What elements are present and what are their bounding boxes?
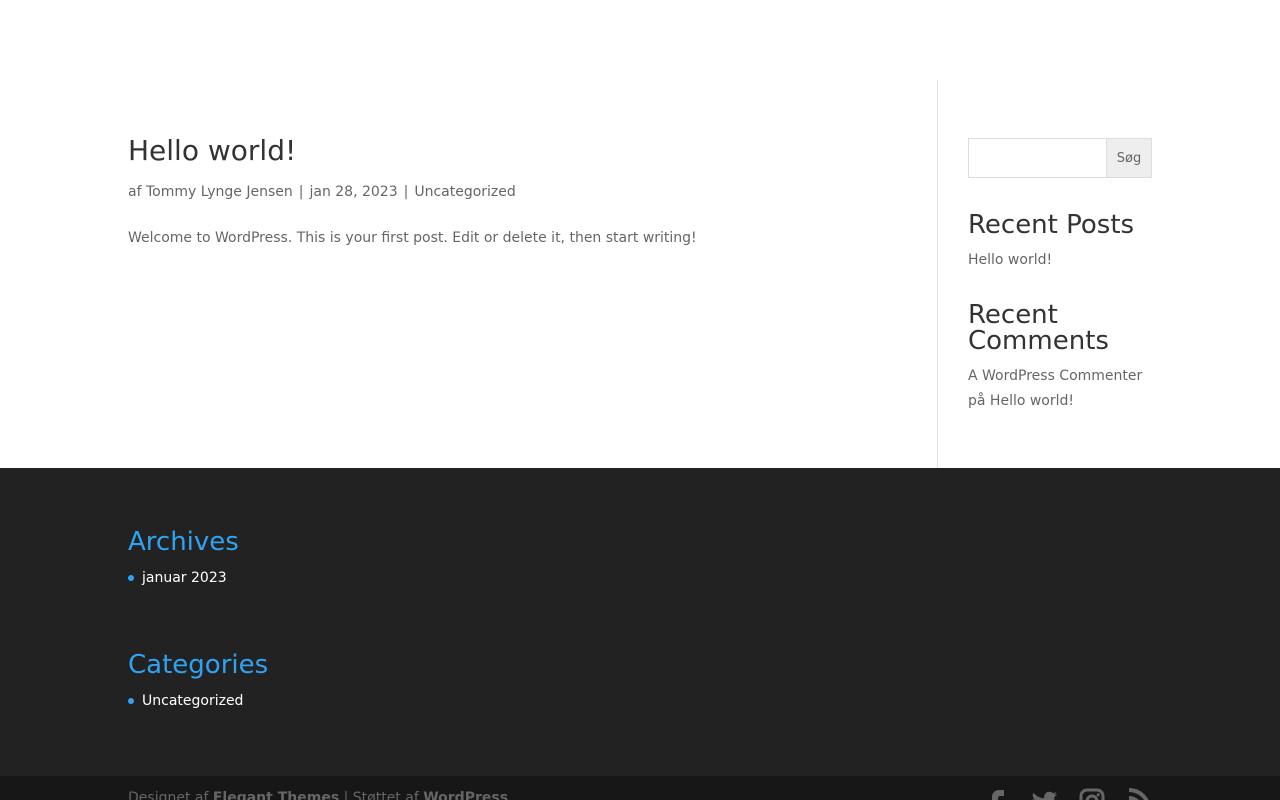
- credits-part1: Designet af: [128, 790, 213, 800]
- post-excerpt: Welcome to WordPress. This is your first…: [128, 230, 697, 246]
- comment-author-link[interactable]: A WordPress Commenter: [968, 368, 1142, 384]
- comment-connector: på: [968, 393, 986, 409]
- search-button[interactable]: Søg: [1106, 138, 1152, 178]
- search-form: Søg: [968, 138, 1152, 178]
- recent-posts-title: Recent Posts: [968, 210, 1135, 240]
- sidebar: Søg Recent Posts Hello world! Recent Com…: [968, 138, 1152, 414]
- rss-icon[interactable]: [1127, 788, 1151, 800]
- meta-prefix: af: [128, 184, 142, 200]
- instagram-glyph: [1079, 788, 1105, 800]
- post-date: jan 28, 2023: [309, 184, 398, 200]
- post-title-link[interactable]: Hello world!: [128, 134, 296, 167]
- recent-comment-item: A WordPress Commenter på Hello world!: [968, 364, 1152, 414]
- post-author-link[interactable]: Tommy Lynge Jensen: [146, 184, 293, 200]
- recent-comments-title: Recent Comments: [968, 302, 1152, 354]
- footer-bottom-bar: Designet af Elegant Themes | Støttet af …: [0, 776, 1280, 800]
- categories-title: Categories: [128, 650, 269, 680]
- twitter-icon[interactable]: [1030, 788, 1058, 800]
- credits-theme-link[interactable]: Elegant Themes: [213, 790, 339, 800]
- post-title[interactable]: Hello world!: [128, 132, 888, 170]
- categories-list: Uncategorized: [128, 691, 268, 711]
- post-category-link[interactable]: Uncategorized: [414, 184, 515, 200]
- post-meta: af Tommy Lynge Jensen | jan 28, 2023 | Uncat…: [128, 182, 888, 202]
- sidebar-divider: [937, 80, 938, 468]
- footer: Archives januar 2023 Categories Uncatego…: [0, 468, 1280, 776]
- credits-part2: | Støttet af: [339, 790, 424, 800]
- categories-widget: Categories Uncategorized: [128, 649, 268, 711]
- archive-link[interactable]: januar 2023: [142, 570, 227, 586]
- category-item[interactable]: Uncategorized: [128, 691, 268, 711]
- meta-separator: |: [298, 184, 304, 200]
- archives-list: januar 2023: [128, 568, 239, 588]
- archives-title: Archives: [128, 527, 239, 557]
- recent-post-item[interactable]: Hello world!: [968, 250, 1152, 270]
- credits-platform-link[interactable]: WordPress: [423, 790, 508, 800]
- instagram-icon[interactable]: [1079, 788, 1105, 800]
- recent-comments-widget: Recent Comments A WordPress Commenter på…: [968, 302, 1152, 414]
- archives-widget: Archives januar 2023: [128, 526, 239, 588]
- site-header: [0, 0, 1280, 80]
- rss-glyph: [1128, 788, 1149, 800]
- recent-post-link[interactable]: Hello world!: [968, 252, 1052, 268]
- archive-item[interactable]: januar 2023: [128, 568, 239, 588]
- recent-comments-title-line2: Comments: [968, 326, 1109, 356]
- search-input[interactable]: [968, 138, 1106, 178]
- meta-separator: |: [403, 184, 409, 200]
- footer-credits: Designet af Elegant Themes | Støttet af …: [128, 790, 508, 800]
- category-link[interactable]: Uncategorized: [142, 693, 243, 709]
- comment-post-link[interactable]: Hello world!: [990, 393, 1074, 409]
- post-article: Hello world! af Tommy Lynge Jensen | jan 2…: [128, 132, 888, 250]
- twitter-glyph: [1032, 791, 1057, 800]
- facebook-glyph: [992, 790, 1004, 800]
- bullet-icon: [128, 575, 134, 581]
- bullet-icon: [128, 698, 134, 704]
- recent-posts-widget: Recent Posts Hello world!: [968, 208, 1152, 270]
- main-content: Hello world! af Tommy Lynge Jensen | jan 2…: [0, 80, 1280, 468]
- facebook-icon[interactable]: [985, 788, 1007, 800]
